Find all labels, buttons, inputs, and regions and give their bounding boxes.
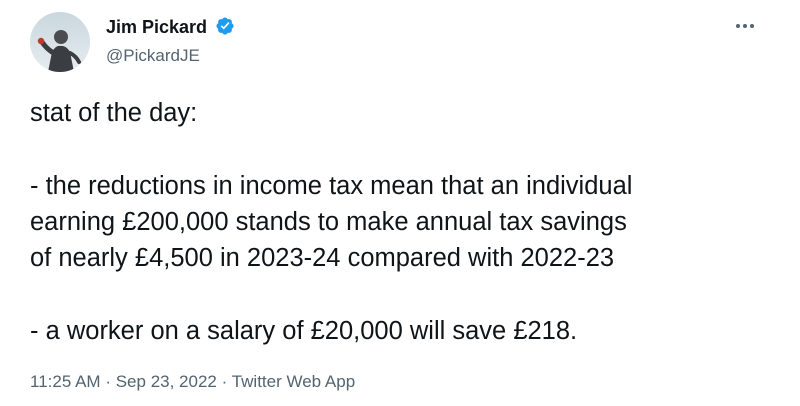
meta-separator: · — [105, 372, 111, 391]
tweet-time[interactable]: 11:25 AM — [30, 372, 101, 391]
tweet-source[interactable]: Twitter Web App — [232, 372, 355, 391]
avatar[interactable] — [30, 12, 90, 72]
author-name[interactable]: Jim Pickard — [106, 16, 207, 38]
more-dot — [743, 24, 747, 28]
more-dot — [736, 24, 740, 28]
profile-avatar-icon — [30, 12, 90, 72]
tweet-text-line: - the reductions in income tax mean that… — [30, 172, 633, 200]
tweet-card: Jim Pickard @PickardJE stat of the day: … — [0, 0, 800, 406]
tweet-text-line: stat of the day: — [30, 99, 198, 127]
verified-badge-icon — [215, 16, 235, 36]
more-dot — [750, 24, 754, 28]
tweet-text-line: of nearly £4,500 in 2023-24 compared wit… — [30, 244, 615, 272]
meta-separator: · — [221, 372, 228, 391]
tweet-date[interactable]: Sep 23, 2022 — [116, 372, 217, 391]
author-handle[interactable]: @PickardJE — [106, 45, 200, 67]
more-options-icon[interactable] — [731, 16, 759, 36]
tweet-text-line: earning £200,000 stands to make annual t… — [30, 208, 627, 236]
tweet-metadata: 11:25 AM · Sep 23, 2022 · Twitter Web Ap… — [30, 371, 355, 393]
tweet-text-line: - a worker on a salary of £20,000 will s… — [30, 317, 578, 345]
